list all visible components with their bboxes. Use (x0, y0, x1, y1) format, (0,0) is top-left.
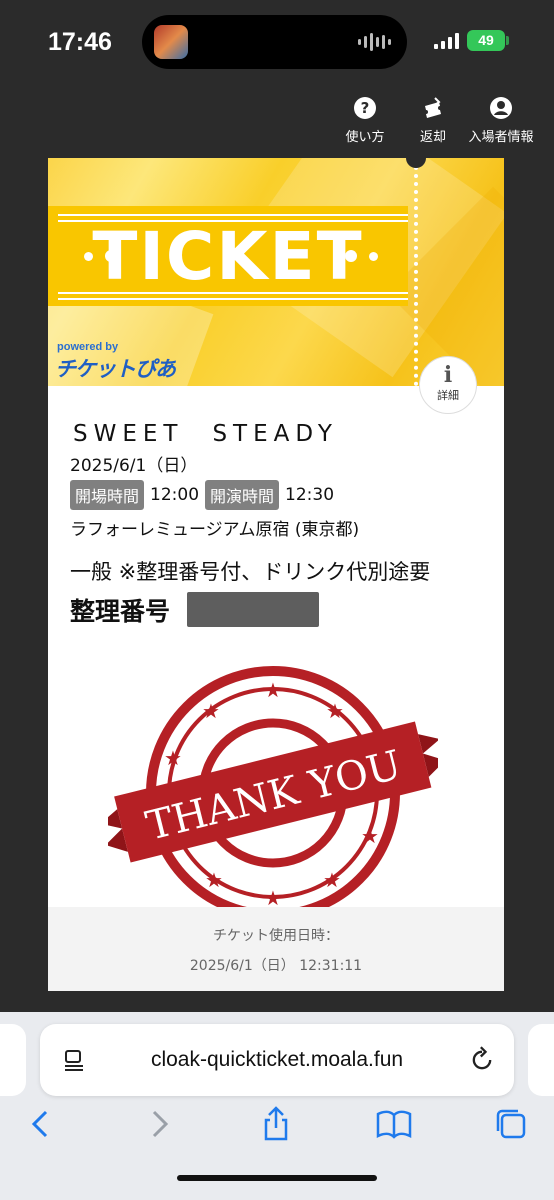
ticket-return-icon (425, 97, 441, 118)
next-tab-peek[interactable] (528, 1024, 554, 1096)
event-title: SWEET STEADY (73, 421, 338, 447)
svg-text:★: ★ (205, 868, 223, 892)
redacted-number (187, 592, 319, 627)
details-button[interactable]: i 詳細 (419, 356, 477, 414)
ticket-pia-logo: チケットぴあ (55, 357, 176, 381)
user-circle-icon (490, 97, 512, 119)
now-playing-artwork-icon (154, 25, 188, 59)
status-time: 17:46 (48, 28, 112, 56)
ticket-card: TICKET powered by チケットぴあ i 詳細 SWEET STEA… (48, 158, 504, 991)
seat-number-label: 整理番号 (70, 597, 171, 626)
share-icon[interactable] (256, 1104, 296, 1144)
ticket-type: 一般 ※整理番号付、ドリンク代別途要 (70, 560, 431, 584)
powered-by-text: powered by (57, 341, 119, 353)
forward-icon[interactable] (140, 1104, 180, 1144)
ticket-banner: TICKET powered by チケットぴあ (48, 158, 504, 386)
tabs-icon[interactable] (491, 1104, 531, 1144)
battery-icon: 49 (467, 30, 505, 51)
previous-tab-peek[interactable] (0, 1024, 26, 1096)
battery-level: 49 (478, 32, 494, 48)
reload-icon[interactable] (468, 1046, 496, 1074)
nav-return-label: 返却 (419, 130, 446, 145)
perforation-line (414, 158, 418, 386)
nav-attendee-info[interactable]: 入場者情報 (456, 96, 546, 145)
venue: ラフォーレミュージアム原宿 (東京都) (70, 520, 360, 540)
cellular-signal-icon (434, 33, 459, 49)
bookmarks-icon[interactable] (374, 1104, 414, 1144)
url-text[interactable]: cloak-quickticket.moala.fun (40, 1024, 514, 1096)
ticket-banner-title: TICKET (92, 218, 364, 295)
svg-text:★: ★ (323, 868, 341, 892)
info-icon: i (443, 362, 453, 388)
address-bar[interactable]: cloak-quickticket.moala.fun (40, 1024, 514, 1096)
svg-text:★: ★ (264, 678, 282, 702)
thank-you-stamp: ★ ★★ ★★ ★★ ★★ ★ THANK YOU (108, 666, 438, 913)
open-time: 12:00 (150, 485, 200, 505)
svg-text:★: ★ (361, 824, 379, 848)
home-indicator[interactable] (177, 1175, 377, 1181)
open-time-tag: 開場時間 (70, 480, 145, 510)
usage-info: チケット使用日時： 2025/6/1（日） 12:31:11 (48, 907, 504, 991)
svg-text:?: ? (361, 99, 370, 117)
svg-text:★: ★ (202, 699, 220, 723)
battery-tip (506, 36, 509, 45)
status-bar: 17:46 49 (0, 0, 554, 90)
start-time-tag: 開演時間 (205, 480, 280, 510)
start-time: 12:30 (285, 485, 335, 505)
svg-text:★: ★ (326, 699, 344, 723)
audio-waveform-icon (358, 32, 391, 52)
usage-label: チケット使用日時： (213, 928, 339, 944)
svg-text:★: ★ (164, 746, 182, 770)
event-times: 開場時間 12:00 開演時間 12:30 (70, 480, 334, 510)
nav-help-label: 使い方 (345, 130, 385, 145)
browser-toolbar: cloak-quickticket.moala.fun (0, 1012, 554, 1200)
help-circle-icon: ? (354, 97, 376, 119)
back-icon[interactable] (20, 1104, 60, 1144)
event-date: 2025/6/1（日） (70, 456, 198, 476)
details-button-label: 詳細 (437, 389, 459, 402)
nav-attendee-label: 入場者情報 (468, 130, 534, 145)
dynamic-island[interactable] (142, 15, 407, 69)
usage-time: 2025/6/1（日） 12:31:11 (189, 958, 363, 974)
